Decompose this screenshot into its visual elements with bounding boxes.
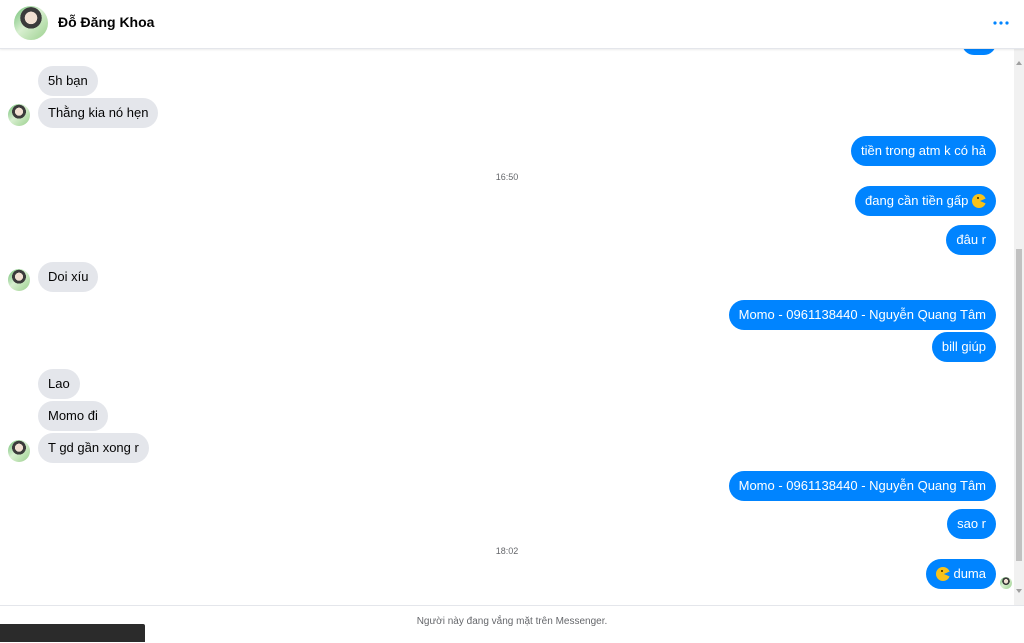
message-in[interactable]: T gd gần xong r bbox=[38, 433, 149, 463]
more-dots-icon bbox=[993, 21, 1009, 25]
message-out[interactable]: đâu r bbox=[946, 225, 996, 255]
taskbar-fragment bbox=[0, 624, 145, 642]
message-in[interactable]: Doi xíu bbox=[38, 262, 99, 292]
message-out[interactable]: sao r bbox=[947, 509, 996, 539]
pacman-emoji-icon bbox=[935, 567, 950, 581]
chat-scrollbar[interactable] bbox=[1014, 49, 1024, 605]
scrollbar-thumb[interactable] bbox=[1016, 249, 1022, 561]
message-out[interactable]: Momo - 0961138440 - Nguyễn Quang Tâm bbox=[728, 300, 996, 330]
scroll-down-arrow-icon[interactable] bbox=[1016, 589, 1022, 593]
contact-name[interactable]: Đỗ Đăng Khoa bbox=[58, 14, 154, 30]
message-out-partial[interactable] bbox=[962, 49, 996, 55]
message-text: đang cần tiền gấp bbox=[865, 193, 969, 208]
sender-avatar[interactable] bbox=[8, 104, 30, 126]
message-list[interactable]: 5h bạn Thằng kia nó hẹn tiền trong atm k… bbox=[0, 49, 1014, 605]
message-out[interactable]: bill giúp bbox=[931, 332, 996, 362]
message-out[interactable]: Momo - 0961138440 - Nguyễn Quang Tâm bbox=[728, 471, 996, 501]
sender-avatar[interactable] bbox=[8, 440, 30, 462]
message-in[interactable]: Lao bbox=[38, 369, 80, 399]
chat-header: Đỗ Đăng Khoa bbox=[0, 0, 1024, 49]
message-in[interactable]: Momo đi bbox=[38, 401, 108, 431]
more-options-button[interactable] bbox=[992, 14, 1010, 32]
timestamp: 16:50 bbox=[495, 172, 519, 182]
seen-indicator-avatar bbox=[1000, 577, 1012, 589]
chat-footer: Người này đang vắng mặt trên Messenger. bbox=[0, 605, 1024, 643]
pacman-emoji-icon bbox=[972, 194, 986, 208]
message-text: duma bbox=[953, 566, 986, 581]
contact-avatar[interactable] bbox=[14, 6, 48, 40]
away-status-text: Người này đang vắng mặt trên Messenger. bbox=[416, 616, 608, 627]
message-out[interactable]: đang cần tiền gấp bbox=[855, 186, 996, 216]
message-out[interactable]: tiền trong atm k có hả bbox=[850, 136, 996, 166]
sender-avatar[interactable] bbox=[8, 269, 30, 291]
message-in[interactable]: Thằng kia nó hẹn bbox=[38, 98, 159, 128]
timestamp: 18:02 bbox=[495, 546, 519, 556]
message-in[interactable]: 5h bạn bbox=[38, 66, 98, 96]
message-out[interactable]: duma bbox=[925, 559, 996, 589]
scroll-up-arrow-icon[interactable] bbox=[1016, 61, 1022, 65]
